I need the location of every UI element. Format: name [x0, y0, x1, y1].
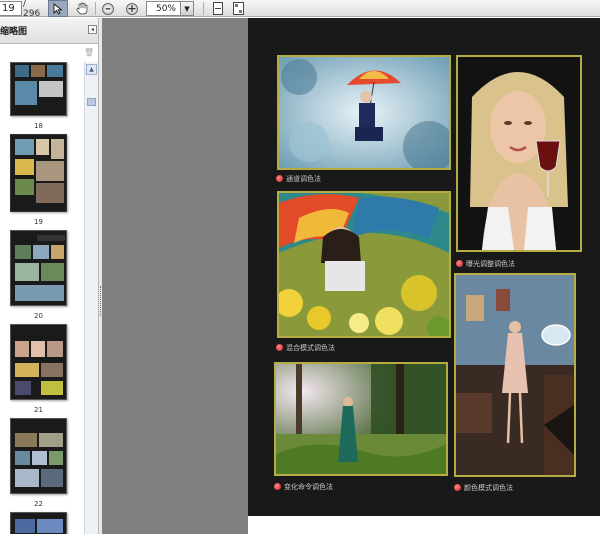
page-total-label: / 296 [23, 0, 41, 19]
select-arrow-icon [53, 2, 63, 15]
thumbnail-page-21[interactable] [10, 324, 67, 400]
caption-text: 通道调色法 [286, 174, 321, 183]
thumbnail-page-19[interactable] [10, 134, 67, 212]
zoom-out-icon: – [102, 2, 114, 15]
caption-text: 混合模式调色法 [286, 343, 335, 352]
caption-color-mode-toning: 颜色模式调色法 [454, 482, 513, 493]
blonde-woman-wine-glass-photo [456, 55, 582, 252]
rose-bullet-icon [276, 175, 283, 182]
rose-bullet-icon [456, 260, 463, 267]
panel-title: 缩略图 [0, 27, 28, 37]
woman-dress-interior-photo [454, 273, 576, 477]
thumbnail-page-20[interactable] [10, 230, 67, 306]
scroll-up-button[interactable]: ▲ [86, 64, 97, 75]
scrollbar-thumb[interactable] [87, 98, 96, 106]
zoom-out-button[interactable]: – [98, 0, 118, 17]
rose-bullet-icon [454, 484, 461, 491]
thumbnail-label: 18 [34, 122, 43, 130]
thumbnail-label: 22 [34, 500, 43, 508]
thumbnails-panel-header: 缩略图 ◂ [0, 18, 98, 44]
caption-text: 变化命令调色法 [284, 482, 333, 491]
caption-channel-toning: 通道调色法 [276, 173, 321, 184]
thumbnail-page-23[interactable] [10, 512, 67, 534]
fit-width-button[interactable] [230, 0, 246, 17]
select-tool-button[interactable] [48, 0, 68, 17]
next-page-edge [248, 516, 600, 534]
thumbnail-label: 19 [34, 218, 43, 226]
thumbnail-page-18[interactable] [10, 62, 67, 116]
thumbnail-page-22[interactable] [10, 418, 67, 494]
caption-text: 曝光调整调色法 [466, 259, 515, 268]
fit-page-icon [213, 2, 223, 15]
toolbar-separator [203, 2, 204, 15]
thumbnail-list[interactable]: 18 19 20 21 22 [0, 62, 84, 534]
caption-blend-mode-toning: 混合模式调色法 [276, 342, 335, 353]
thumbnail-label: 20 [34, 312, 43, 320]
caption-variations-toning: 变化命令调色法 [274, 481, 333, 492]
woman-green-dress-forest-photo [274, 362, 448, 476]
rose-bullet-icon [274, 483, 281, 490]
splitter-grip[interactable] [100, 286, 101, 316]
zoom-dropdown-button[interactable]: ▼ [181, 1, 194, 16]
rose-bullet-icon [276, 344, 283, 351]
fit-page-button[interactable] [210, 0, 226, 17]
thumbnail-scrollbar[interactable]: ▲ [84, 62, 98, 534]
toolbar-separator [95, 2, 96, 15]
hand-tool-button[interactable] [72, 0, 92, 17]
caption-text: 颜色模式调色法 [464, 483, 513, 492]
caption-exposure-toning: 曝光调整调色法 [456, 258, 515, 269]
close-icon: ◂ [90, 26, 94, 33]
umbrella-girl-blue-forest-photo [277, 55, 451, 170]
trash-icon[interactable]: 🗑 [84, 48, 94, 57]
fit-width-icon [232, 2, 244, 15]
zoom-in-button[interactable]: + [122, 0, 142, 17]
page-number-field[interactable]: 19 [0, 1, 22, 16]
chevron-down-icon: ▼ [184, 4, 190, 13]
thumbnail-label: 21 [34, 406, 43, 414]
zoom-level-field[interactable]: 50% [146, 1, 181, 16]
umbrella-girl-yellow-flowers-photo [277, 191, 451, 338]
hand-tool-icon [76, 2, 88, 15]
toolbar: 19 / 296 – + 50% ▼ [0, 0, 600, 19]
chevron-up-icon: ▲ [89, 66, 94, 73]
zoom-in-icon: + [126, 2, 138, 15]
panel-close-button[interactable]: ◂ [88, 25, 97, 34]
